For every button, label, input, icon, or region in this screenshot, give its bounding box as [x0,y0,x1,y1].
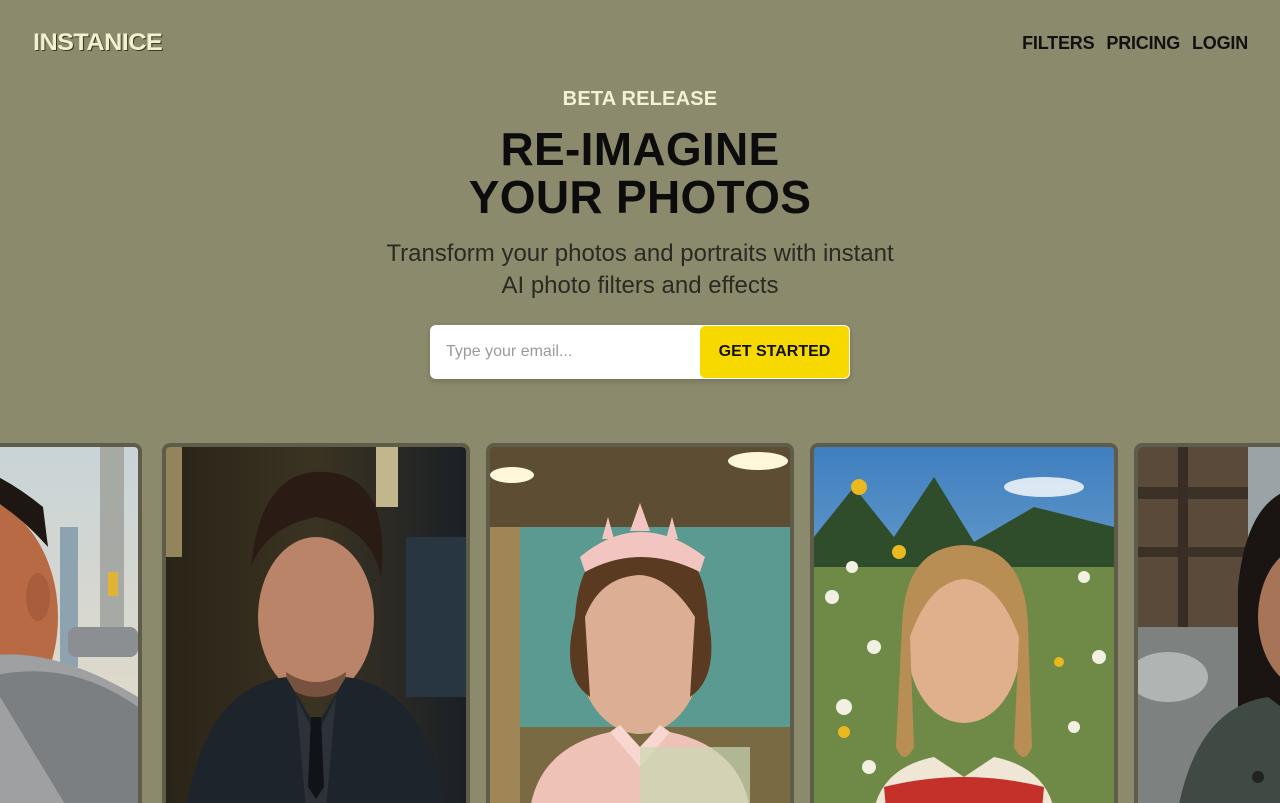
headline-line-2: YOUR PHOTOS [468,171,812,223]
gallery-card[interactable] [810,443,1118,803]
nav-filters[interactable]: FILTERS [1022,33,1094,54]
hero-headline: RE-IMAGINE YOUR PHOTOS [0,125,1280,221]
hero: BETA RELEASE RE-IMAGINE YOUR PHOTOS Tran… [0,88,1280,302]
hero-subtitle: Transform your photos and portraits with… [386,240,894,299]
portrait-woman-crown-image [490,447,790,803]
gallery-card[interactable] [0,443,142,803]
beta-badge: BETA RELEASE [562,88,718,110]
nav-pricing[interactable]: PRICING [1106,33,1180,54]
nav-login[interactable]: LOGIN [1192,33,1248,54]
signup-form: GET STARTED [430,325,850,379]
gallery-card[interactable] [162,443,470,803]
gallery-card[interactable] [1134,443,1280,803]
portrait-woman-street-image [1138,447,1280,803]
email-input[interactable] [430,325,699,379]
gallery-card[interactable] [486,443,794,803]
headline-line-1: RE-IMAGINE [500,123,780,175]
portrait-man-city-image [0,447,138,803]
portrait-girl-meadow-image [814,447,1114,803]
logo[interactable]: INSTANICE [33,29,163,57]
top-nav: FILTERS PRICING LOGIN [1022,33,1248,54]
photo-gallery [0,443,1280,803]
get-started-button[interactable]: GET STARTED [700,326,849,378]
portrait-man-dark-suit-image [166,447,466,803]
